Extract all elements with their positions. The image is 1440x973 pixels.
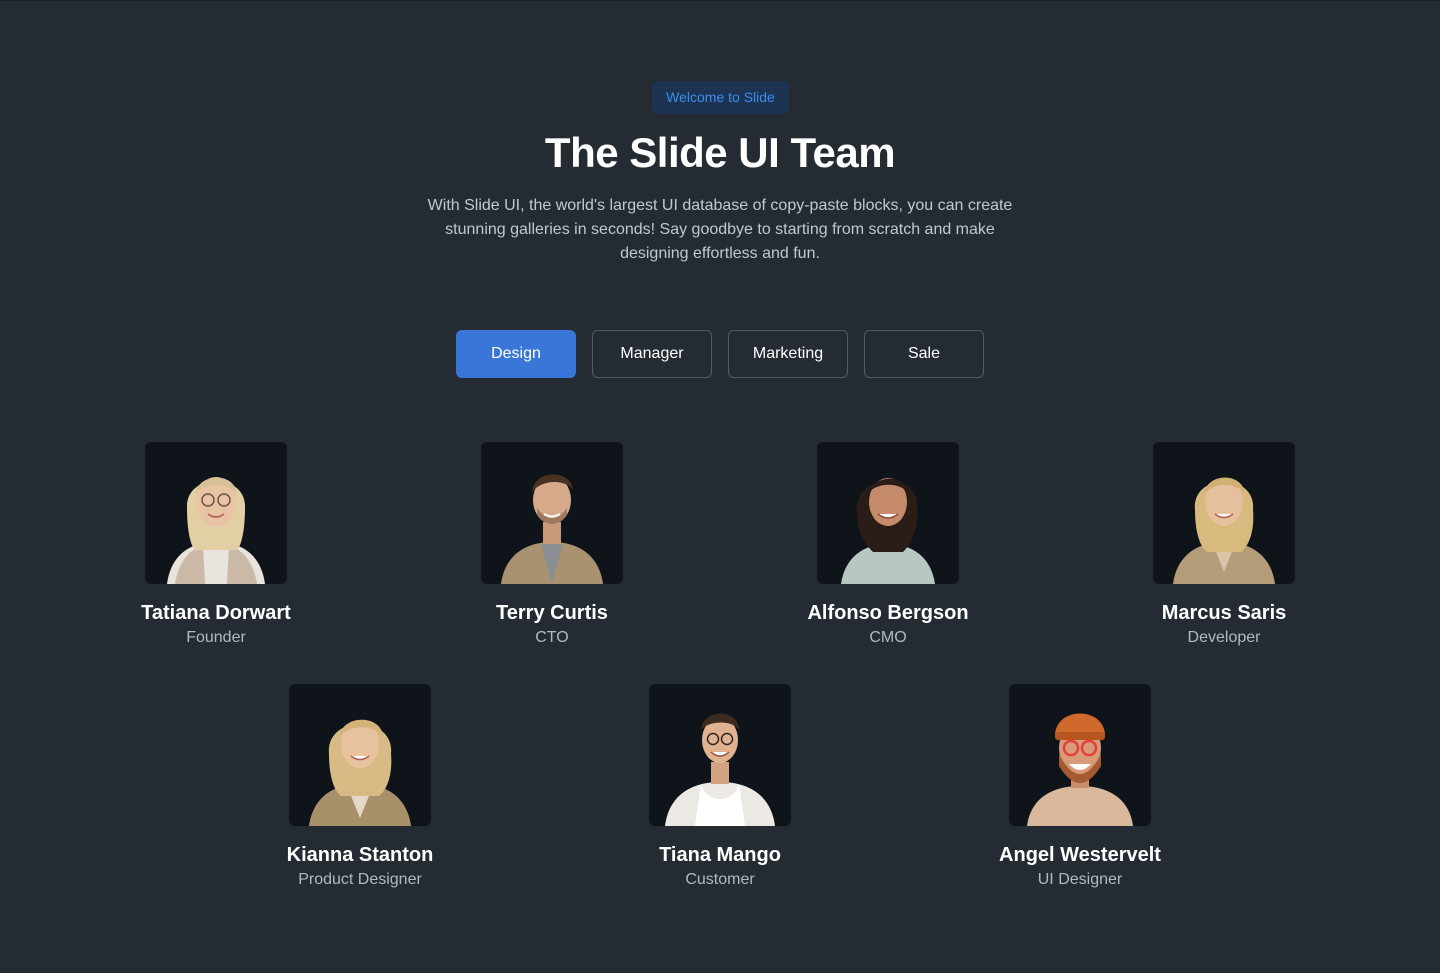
description-line: designing effortless and fun. bbox=[620, 245, 820, 262]
avatar bbox=[1153, 442, 1295, 584]
member-role: UI Designer bbox=[1037, 871, 1123, 888]
member-name: Kianna Stanton bbox=[286, 844, 434, 866]
team-member-card: Angel Westervelt UI Designer bbox=[960, 684, 1200, 890]
member-role: Customer bbox=[685, 871, 755, 888]
avatar bbox=[649, 684, 791, 826]
team-page: Welcome to Slide The Slide UI Team With … bbox=[0, 0, 1440, 973]
category-tabs: Design Manager Marketing Sale bbox=[456, 330, 984, 378]
member-name: Tatiana Dorwart bbox=[141, 602, 291, 624]
welcome-badge: Welcome to Slide bbox=[652, 81, 789, 114]
team-member-card: Kianna Stanton Product Designer bbox=[240, 684, 480, 890]
avatar bbox=[145, 442, 287, 584]
member-role: CMO bbox=[869, 629, 907, 646]
member-role: CTO bbox=[535, 629, 569, 646]
page-title: The Slide UI Team bbox=[544, 129, 896, 176]
tab-design[interactable]: Design bbox=[456, 330, 576, 378]
avatar bbox=[481, 442, 623, 584]
member-role: Founder bbox=[186, 629, 246, 646]
team-member-card: Tiana Mango Customer bbox=[600, 684, 840, 890]
member-name: Alfonso Bergson bbox=[807, 602, 969, 624]
member-role: Product Designer bbox=[298, 871, 422, 888]
member-name: Terry Curtis bbox=[496, 602, 608, 624]
member-name: Tiana Mango bbox=[659, 844, 781, 866]
avatar bbox=[289, 684, 431, 826]
team-member-card: Marcus Saris Developer bbox=[1104, 442, 1344, 648]
team-member-card: Tatiana Dorwart Founder bbox=[96, 442, 336, 648]
avatar bbox=[1009, 684, 1151, 826]
description-line: stunning galleries in seconds! Say goodb… bbox=[445, 221, 995, 238]
member-name: Angel Westervelt bbox=[999, 844, 1161, 866]
team-member-card: Terry Curtis CTO bbox=[432, 442, 672, 648]
avatar bbox=[817, 442, 959, 584]
description-line: With Slide UI, the world's largest UI da… bbox=[427, 197, 1013, 214]
page-description: With Slide UI, the world's largest UI da… bbox=[400, 194, 1040, 266]
member-role: Developer bbox=[1187, 629, 1261, 646]
tab-sale[interactable]: Sale bbox=[864, 330, 984, 378]
team-member-card: Alfonso Bergson CMO bbox=[768, 442, 1008, 648]
tab-manager[interactable]: Manager bbox=[592, 330, 712, 378]
member-name: Marcus Saris bbox=[1161, 602, 1287, 624]
tab-marketing[interactable]: Marketing bbox=[728, 330, 848, 378]
